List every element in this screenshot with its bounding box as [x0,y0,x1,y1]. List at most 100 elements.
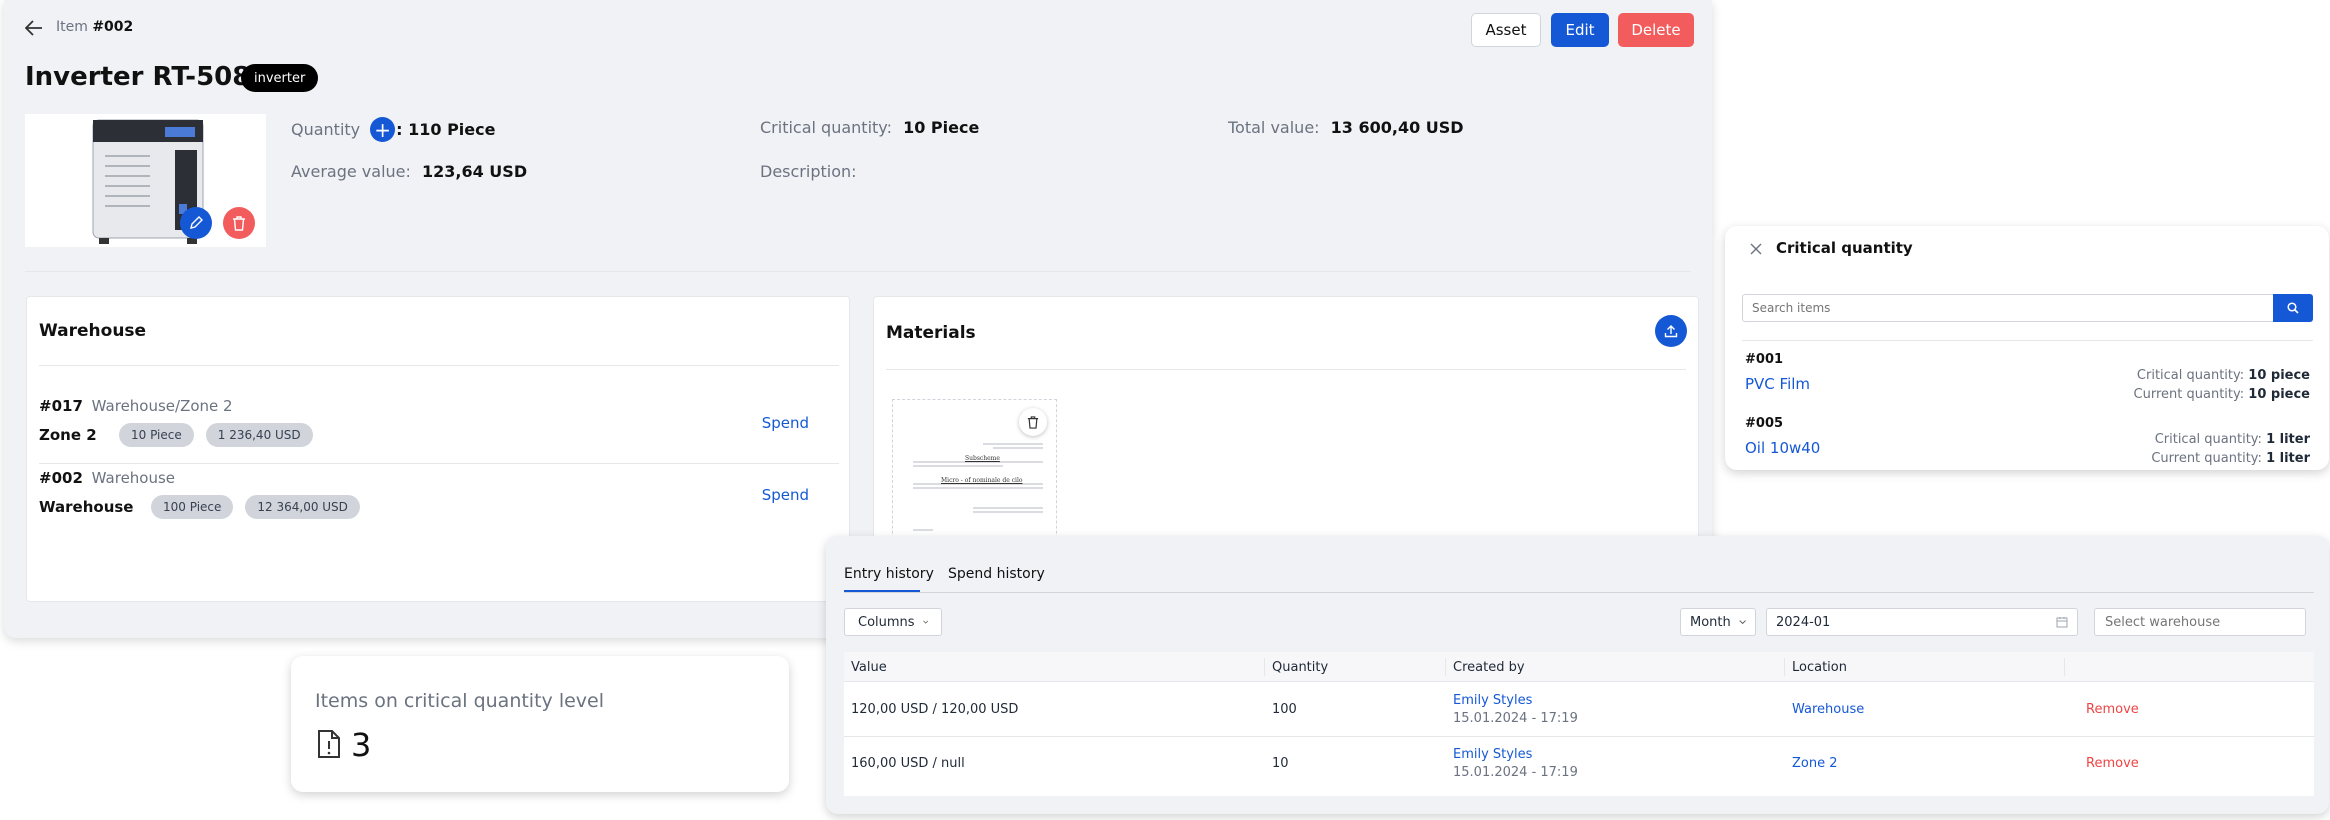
columns-button[interactable]: Columns [844,608,942,636]
search-box [1742,294,2313,322]
critical-stat-card: Items on critical quantity level 3 [291,656,789,792]
divider [1742,340,2313,341]
search-input[interactable] [1742,294,2273,322]
chevron-down-icon [1739,620,1746,625]
critical-value: 10 piece [2248,368,2310,383]
critical-label: Critical quantity: [2136,368,2245,383]
current-label: Current quantity: [2151,451,2262,466]
item-code: #001 [1745,352,1784,367]
trash-icon [1027,415,1039,429]
list-item: #002 Warehouse Warehouse 100 Piece 12 36… [39,469,839,529]
divider [844,592,2314,593]
value-badge: 1 236,40 USD [205,423,313,447]
quantity-cell: 100 [1272,702,1297,717]
location-link[interactable]: Zone 2 [1792,756,1838,771]
column-header: Value [851,660,887,675]
column-header: Created by [1453,660,1525,675]
table-row: 160,00 USD / null 10 Emily Styles 15.01.… [844,738,2314,792]
current-value: 10 piece [2248,387,2310,402]
divider [25,271,1691,272]
asset-button[interactable]: Asset [1471,13,1541,47]
add-quantity-button[interactable]: + [370,117,396,142]
warehouse-path: Warehouse/Zone 2 [91,397,233,415]
upload-icon [1664,325,1678,338]
critical-label: Critical quantity: [2154,432,2262,447]
upload-button[interactable] [1655,315,1687,347]
column-header: Quantity [1272,660,1329,675]
date-picker[interactable]: 2024-01 [1766,608,2078,636]
column-divider [2064,658,2065,676]
item-quantities: Critical quantity: 1 liter Current quant… [2151,430,2310,468]
quantity-value: : 110 Piece [396,120,496,139]
breadcrumb: Item #002 [56,19,133,35]
table-header [844,652,2314,682]
column-divider [1445,658,1446,676]
location-link[interactable]: Warehouse [1792,702,1864,717]
chevron-down-icon [922,620,928,624]
period-value: Month [1690,614,1731,630]
current-value: 1 liter [2266,451,2310,466]
search-icon [2287,302,2299,314]
value-cell: 160,00 USD / null [851,756,965,771]
material-document-thumbnail[interactable]: Subscheme Micro - of nominale de cilo [892,399,1057,559]
divider [39,365,839,366]
columns-label: Columns [858,614,915,630]
breadcrumb-number: #002 [92,19,134,35]
delete-button[interactable]: Delete [1618,13,1694,47]
pencil-icon [190,216,203,229]
created-by-link[interactable]: Emily Styles [1453,747,1532,762]
column-divider [1264,658,1265,676]
total-value-field: Total value: 13 600,40 USD [1228,118,1464,137]
table-row: 120,00 USD / 120,00 USD 100 Emily Styles… [844,683,2314,737]
delete-material-button[interactable] [1019,408,1047,436]
current-label: Current quantity: [2133,387,2245,402]
created-date: 15.01.2024 - 17:19 [1453,711,1578,726]
remove-button[interactable]: Remove [2086,702,2139,717]
value-badge: 12 364,00 USD [245,495,360,519]
warehouse-code: #017 [39,397,83,415]
product-image [25,114,266,247]
stat-value: 3 [351,726,372,764]
edit-image-button[interactable] [180,207,212,239]
document-heading: Subscheme [965,455,1000,462]
list-item: #005 Oil 10w40 Critical quantity: 1 lite… [1745,416,2310,466]
critical-quantity-panel: Critical quantity #001 PVC Film Critical… [1725,226,2329,470]
trash-icon [233,215,245,231]
average-value-field: Average value: 123,64 USD [291,162,527,181]
calendar-icon [2056,617,2068,628]
quantity-label: Quantity [291,120,361,139]
file-alert-icon [316,728,342,760]
item-code: #005 [1745,416,1784,431]
item-quantities: Critical quantity: 10 piece Current quan… [2134,366,2310,404]
edit-button[interactable]: Edit [1551,13,1609,47]
search-button[interactable] [2273,294,2313,322]
spend-button[interactable]: Spend [762,486,809,504]
tab-entry-history[interactable]: Entry history [844,566,934,582]
period-select[interactable]: Month [1680,608,1756,636]
close-icon[interactable] [1747,240,1765,258]
column-header: Location [1792,660,1847,675]
spend-button[interactable]: Spend [762,414,809,432]
remove-button[interactable]: Remove [2086,756,2139,771]
column-divider [1784,658,1785,676]
warehouse-name: Zone 2 [39,426,97,444]
history-table: Value Quantity Created by Location 120,0… [844,652,2314,796]
list-item: #001 PVC Film Critical quantity: 10 piec… [1745,352,2310,402]
created-by-link[interactable]: Emily Styles [1453,693,1532,708]
critical-quantity-label: Critical quantity: [760,118,892,137]
warehouse-path: Warehouse [91,469,176,487]
created-date: 15.01.2024 - 17:19 [1453,765,1578,780]
average-value-label: Average value: [291,162,411,181]
divider [886,369,1686,370]
materials-title: Materials [886,323,976,343]
critical-value: 1 liter [2266,432,2310,447]
warehouse-select[interactable] [2094,608,2306,636]
critical-quantity-field: Critical quantity: 10 Piece [760,118,979,137]
critical-quantity-value: 10 Piece [903,118,980,137]
tab-spend-history[interactable]: Spend history [948,566,1045,582]
total-value-amount: 13 600,40 USD [1330,118,1464,137]
breadcrumb-prefix: Item [56,19,88,35]
delete-image-button[interactable] [223,207,255,239]
back-arrow-icon[interactable] [24,18,44,38]
quantity-field: Quantity + : 110 Piece [291,117,495,142]
